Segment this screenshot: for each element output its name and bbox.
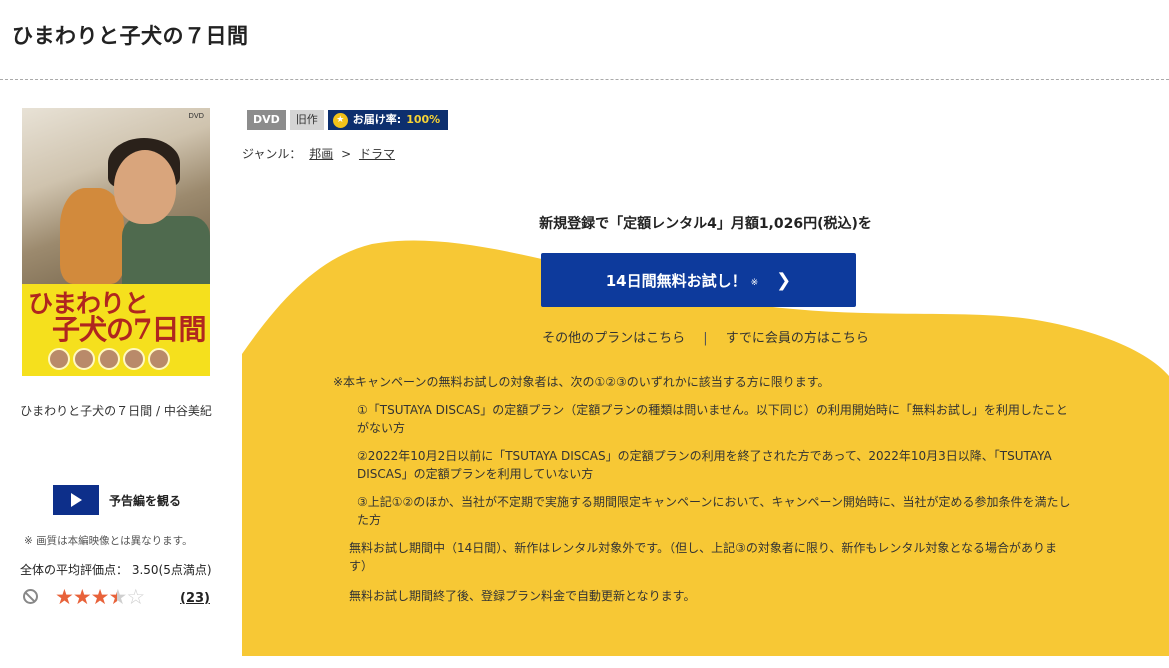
star-rating: ★★★★☆ — [55, 585, 145, 609]
star-full-icon: ★ — [55, 585, 74, 609]
other-plans-link[interactable]: その他のプランはこちら — [542, 331, 685, 346]
new-release-note: 無料お試し期間中（14日間）、新作はレンタル対象外です。（但し、上記③の対象者に… — [349, 541, 1057, 573]
poster-title-line2: 子犬の7日間 — [52, 313, 206, 346]
badge-row: DVD 旧作 ★ お届け率: 100% — [247, 110, 449, 130]
genre-breadcrumb: ジャンル： 邦画 > ドラマ — [242, 145, 399, 162]
category-badge: 旧作 — [289, 110, 324, 130]
free-trial-note-mark: ※ — [750, 278, 759, 288]
header-divider — [0, 79, 1169, 80]
genre-link-drama[interactable]: ドラマ — [359, 147, 395, 161]
member-login-link[interactable]: すでに会員の方はこちら — [726, 331, 869, 346]
terms-heading: ※本キャンペーンの無料お試しの対象者は、次の①②③のいずれかに該当する方に限りま… — [333, 375, 830, 389]
genre-separator: > — [341, 147, 352, 161]
play-icon[interactable] — [53, 485, 99, 515]
format-badge: DVD — [247, 110, 286, 130]
delivery-rate-label: お届け率: — [352, 113, 402, 126]
review-count-link[interactable]: (23) — [180, 591, 210, 606]
star-medal-icon: ★ — [332, 112, 348, 128]
terms-item: ②2022年10月2日以前に「TSUTAYA DISCAS」の定額プランの利用を… — [357, 449, 1052, 481]
poster-cast-thumbnails — [48, 348, 170, 370]
renewal-note: 無料お試し期間終了後、登録プラン料金で自動更新となります。 — [349, 589, 696, 603]
terms-item: ①「TSUTAYA DISCAS」の定額プラン（定額プランの種類は問いません。以… — [357, 403, 1068, 435]
poster-dvd-mark: DVD — [188, 112, 204, 120]
link-separator: | — [703, 331, 708, 346]
page-title: ひまわりと子犬の７日間 — [12, 24, 249, 48]
genre-label: ジャンル： — [242, 147, 302, 161]
free-trial-label[interactable]: 14日間無料お試し！ — [606, 270, 747, 291]
plan-links: その他のプランはこちら | すでに会員の方はこちら — [242, 327, 1169, 346]
star-full-icon: ★ — [90, 585, 110, 609]
campaign-headline: 新規登録で「定額レンタル4」月額1,026円(税込)を — [539, 216, 872, 232]
genre-link-hougai[interactable]: 邦画 — [309, 147, 333, 161]
no-rating-icon[interactable] — [23, 589, 38, 604]
campaign-terms: ※本キャンペーンの無料お試しの対象者は、次の①②③のいずれかに該当する方に限りま… — [333, 373, 1073, 617]
trailer-button[interactable]: 予告編を観る — [53, 485, 181, 515]
trailer-label[interactable]: 予告編を観る — [109, 492, 181, 509]
dvd-jacket-image[interactable]: ひまわりと 子犬の7日間 DVD — [22, 108, 210, 376]
star-empty-icon: ☆ — [126, 585, 145, 609]
delivery-rate-badge: ★ お届け率: 100% — [327, 110, 449, 130]
star-full-icon: ★ — [72, 585, 92, 609]
product-caption: ひまわりと子犬の７日間 / 中谷美紀 — [20, 404, 212, 418]
star-half-icon: ★ — [108, 585, 127, 609]
quality-note: ※ 画質は本編映像とは異なります。 — [24, 535, 193, 547]
free-trial-button[interactable]: 14日間無料お試し！ ※ ❯ — [541, 253, 856, 307]
chevron-right-icon: ❯ — [776, 269, 792, 291]
average-rating: 全体の平均評価点： 3.50(5点満点) — [20, 563, 212, 577]
delivery-rate-value: 100% — [406, 113, 441, 126]
terms-item: ③上記①②のほか、当社が不定期で実施する期間限定キャンペーンにおいて、キャンペー… — [357, 495, 1071, 527]
